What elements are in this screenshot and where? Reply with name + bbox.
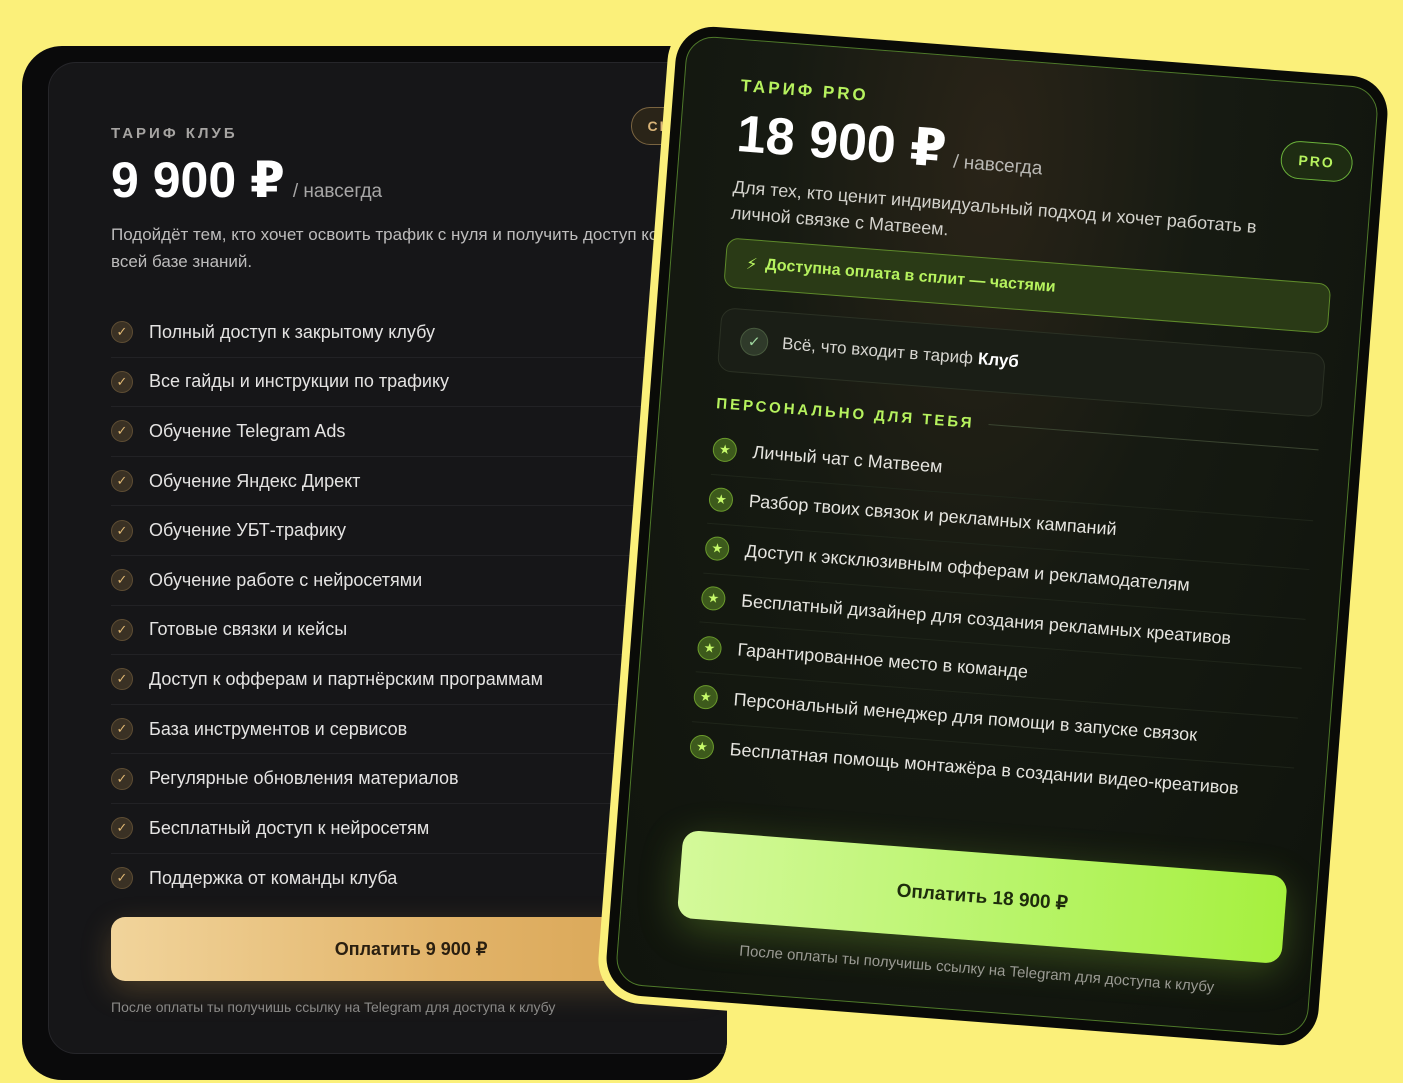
check-circle-icon: ✓ bbox=[111, 718, 133, 741]
check-circle-icon: ✓ bbox=[111, 668, 133, 691]
pro-plan-frame: ТАРИФ PRO PRO 18 900 ₽ / навсегда Для те… bbox=[603, 24, 1391, 1048]
section-divider bbox=[988, 424, 1319, 451]
club-price: 9 900 ₽ / навсегда bbox=[111, 151, 382, 209]
star-circle-icon: ★ bbox=[704, 536, 731, 562]
pro-plan-tag: ТАРИФ PRO bbox=[740, 76, 870, 105]
club-feature-item: ✓ Обучение работе с нейросетями bbox=[111, 556, 711, 606]
check-circle-icon: ✓ bbox=[111, 370, 133, 393]
star-circle-icon: ★ bbox=[711, 437, 738, 464]
lightning-icon: ⚡ bbox=[745, 255, 758, 274]
club-feature-item: ✓ Обучение УБТ-трафику bbox=[111, 506, 711, 556]
star-circle-icon: ★ bbox=[700, 585, 727, 612]
club-feature-item: ✓ Обучение Telegram Ads bbox=[111, 407, 711, 457]
pro-price: 18 900 ₽ / навсегда bbox=[735, 104, 1046, 187]
star-circle-icon: ★ bbox=[708, 486, 734, 513]
check-circle-icon: ✓ bbox=[111, 867, 133, 890]
star-circle-icon: ★ bbox=[692, 684, 719, 711]
pro-plan-card: ТАРИФ PRO PRO 18 900 ₽ / навсегда Для те… bbox=[614, 34, 1380, 1038]
pro-feature-list: ★ Личный чат с Матвеем ★ Разбор твоих связ… bbox=[688, 425, 1317, 817]
club-price-value: 9 900 ₽ bbox=[111, 152, 285, 208]
club-feature-item: ✓ Готовые связки и кейсы bbox=[111, 606, 711, 656]
pro-plan-wrapper: ТАРИФ PRO PRO 18 900 ₽ / навсегда Для те… bbox=[595, 15, 1399, 1057]
check-circle-icon: ✓ bbox=[111, 519, 133, 542]
club-feature-item: ✓ Обучение Яндекс Директ bbox=[111, 457, 711, 507]
check-circle-icon: ✓ bbox=[739, 326, 770, 357]
check-circle-icon: ✓ bbox=[111, 817, 133, 840]
pro-price-value: 18 900 ₽ bbox=[734, 104, 949, 179]
club-feature-item: ✓ Все гайды и инструкции по трафику bbox=[111, 358, 711, 408]
club-plan-tag: ТАРИФ КЛУБ bbox=[111, 125, 238, 142]
check-circle-icon: ✓ bbox=[111, 321, 133, 344]
star-circle-icon: ★ bbox=[696, 635, 723, 661]
check-circle-icon: ✓ bbox=[111, 618, 133, 641]
club-feature-item: ✓ Полный доступ к закрытому клубу bbox=[111, 308, 711, 358]
check-circle-icon: ✓ bbox=[111, 420, 133, 443]
check-circle-icon: ✓ bbox=[111, 569, 133, 592]
pro-badge: PRO bbox=[1279, 139, 1355, 184]
pro-price-suffix: / навсегда bbox=[952, 151, 1044, 180]
includes-club-name: Клуб bbox=[977, 349, 1020, 372]
check-circle-icon: ✓ bbox=[111, 767, 133, 790]
check-circle-icon: ✓ bbox=[111, 470, 133, 493]
split-payment-text: Доступна оплата в сплит — частями bbox=[764, 256, 1057, 296]
star-circle-icon: ★ bbox=[689, 734, 715, 761]
includes-club-text: Всё, что входит в тариф bbox=[781, 333, 974, 368]
club-price-suffix: / навсегда bbox=[292, 181, 383, 202]
club-description: Подойдёт тем, кто хочет освоить трафик с… bbox=[111, 225, 659, 271]
